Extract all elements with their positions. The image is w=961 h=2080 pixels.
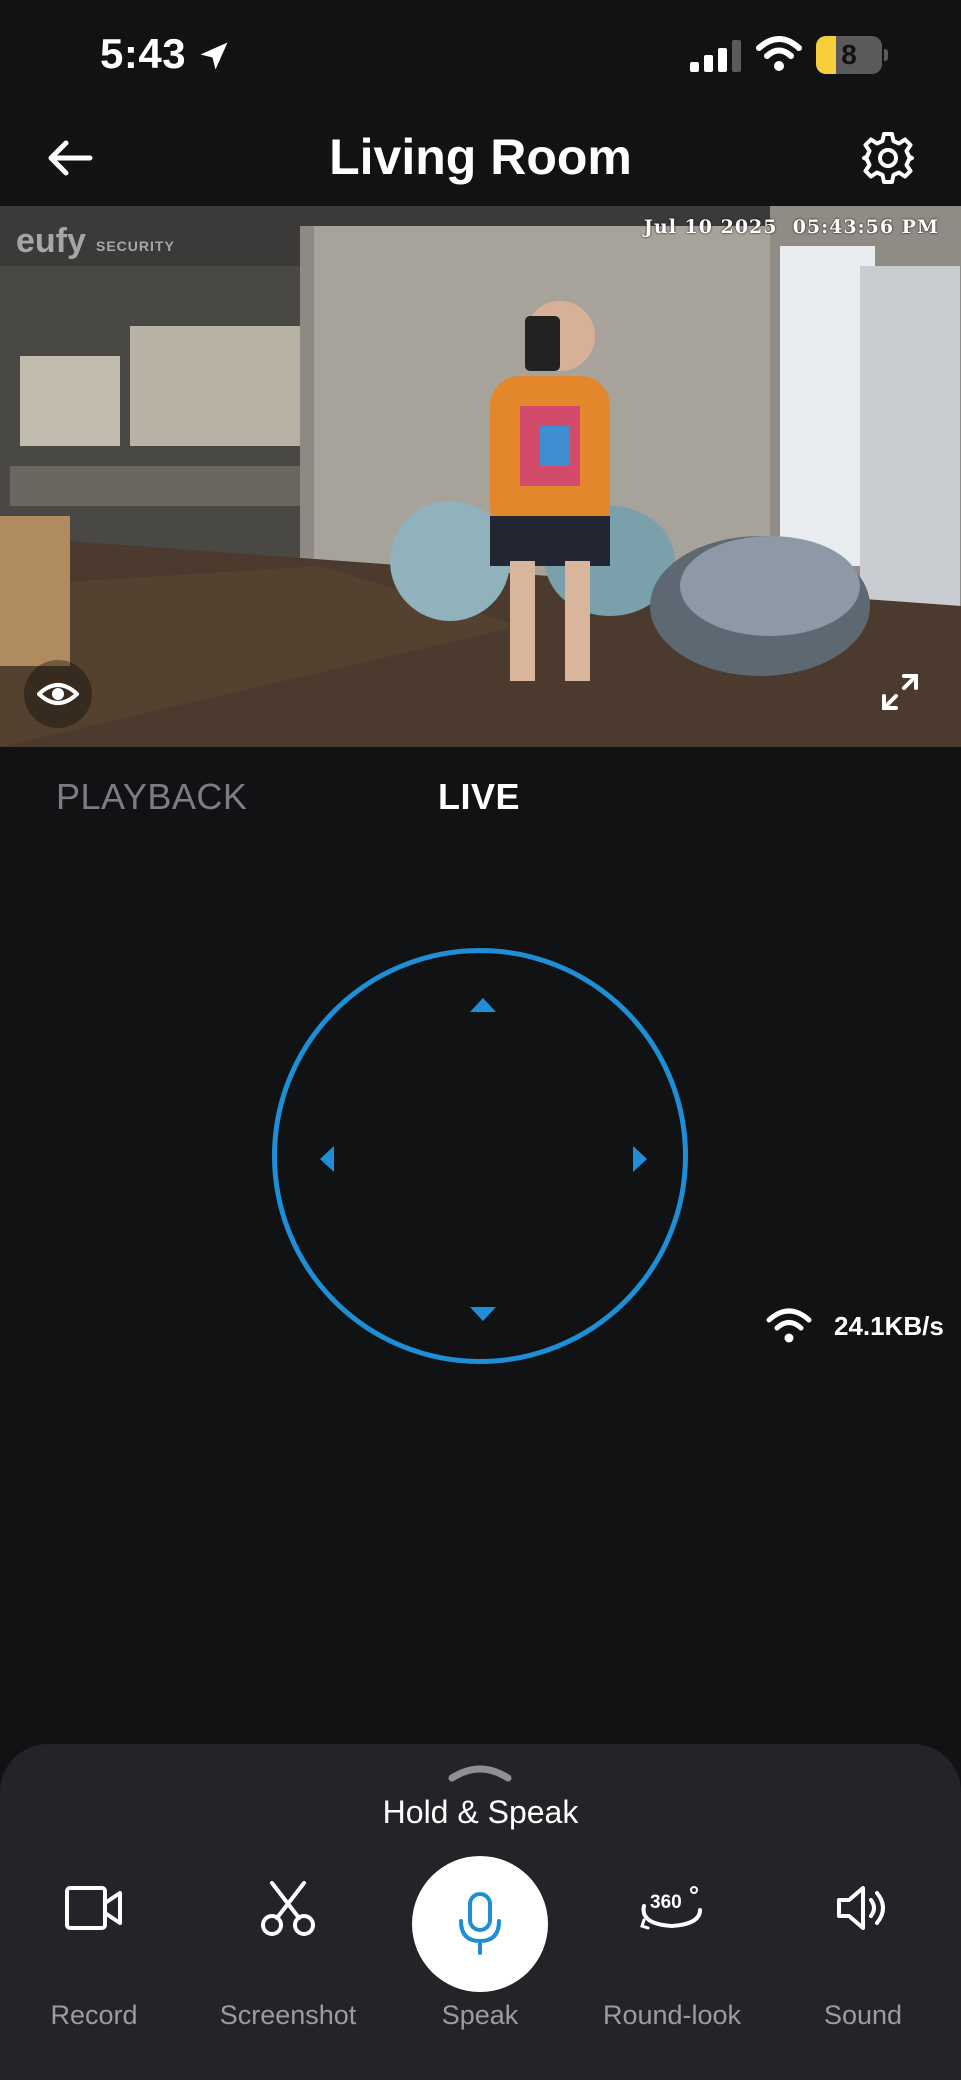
battery-level: 8 [841,39,857,70]
settings-button[interactable] [858,128,918,188]
pan-right-icon[interactable] [633,1146,647,1172]
screenshot-button[interactable]: Screenshot [198,1856,378,2056]
sound-button[interactable]: Sound [773,1856,953,2056]
video-camera-icon [60,1874,128,1942]
record-button[interactable]: Record [4,1856,184,2056]
panel-handle-icon[interactable] [448,1762,512,1782]
svg-text:360: 360 [650,1892,682,1913]
header: Living Room [0,110,961,206]
sound-label: Sound [823,2000,903,2030]
gear-icon [862,132,914,184]
page-title: Living Room [329,129,632,185]
brand-logo: eufy [16,222,86,260]
video-timestamp: Jul 10 2025 05:43:56 PM [643,216,939,238]
status-time: 5:43 [100,30,187,77]
battery-body: 8 [816,36,882,74]
wifi-icon [756,36,802,71]
network-bitrate: 24.1KB/s [766,1306,944,1346]
scissors-icon [254,1874,322,1942]
location-arrow-icon [200,42,228,70]
brand-subtitle: SECURITY [96,238,175,254]
fullscreen-button[interactable] [870,662,930,722]
speak-circle[interactable] [412,1856,548,1992]
pan-left-icon[interactable] [320,1146,334,1172]
speak-label: Speak [441,2000,519,2030]
bitrate-value: 24.1KB/s [834,1310,944,1341]
record-label: Record [50,2000,138,2030]
privacy-eye-button[interactable] [24,660,92,728]
eye-icon [37,683,79,705]
status-bar: 5:43 8 [0,0,961,110]
hold-speak-label: Hold & Speak [382,1794,579,1830]
speaker-icon [829,1874,897,1942]
rotate-360-icon: 360 [638,1874,706,1942]
cellular-signal-icon [690,40,741,72]
wifi-icon [766,1308,812,1343]
microphone-icon [459,1892,501,1955]
screenshot-label: Screenshot [219,2000,357,2030]
app-screen: 5:43 8 Living Room eufy SECURITY Jul 10 … [0,0,961,2080]
bottom-control-panel: Hold & Speak Record Screenshot Speak 360… [0,1744,961,2080]
tab-live[interactable]: LIVE [438,776,520,818]
battery-tip [884,49,888,61]
round-look-label: Round-look [602,2000,742,2030]
tab-playback[interactable]: PLAYBACK [56,776,247,818]
pan-up-icon[interactable] [470,998,496,1012]
speak-button[interactable]: Speak [390,1856,570,2056]
battery-indicator: 8 [816,36,888,74]
camera-feed[interactable]: eufy SECURITY Jul 10 2025 05:43:56 PM [0,206,961,747]
ptz-joystick[interactable] [272,948,688,1364]
round-look-button[interactable]: 360 Round-look [582,1856,762,2056]
live-video-frame [0,206,961,747]
pan-down-icon[interactable] [470,1307,496,1321]
expand-icon [882,674,918,710]
